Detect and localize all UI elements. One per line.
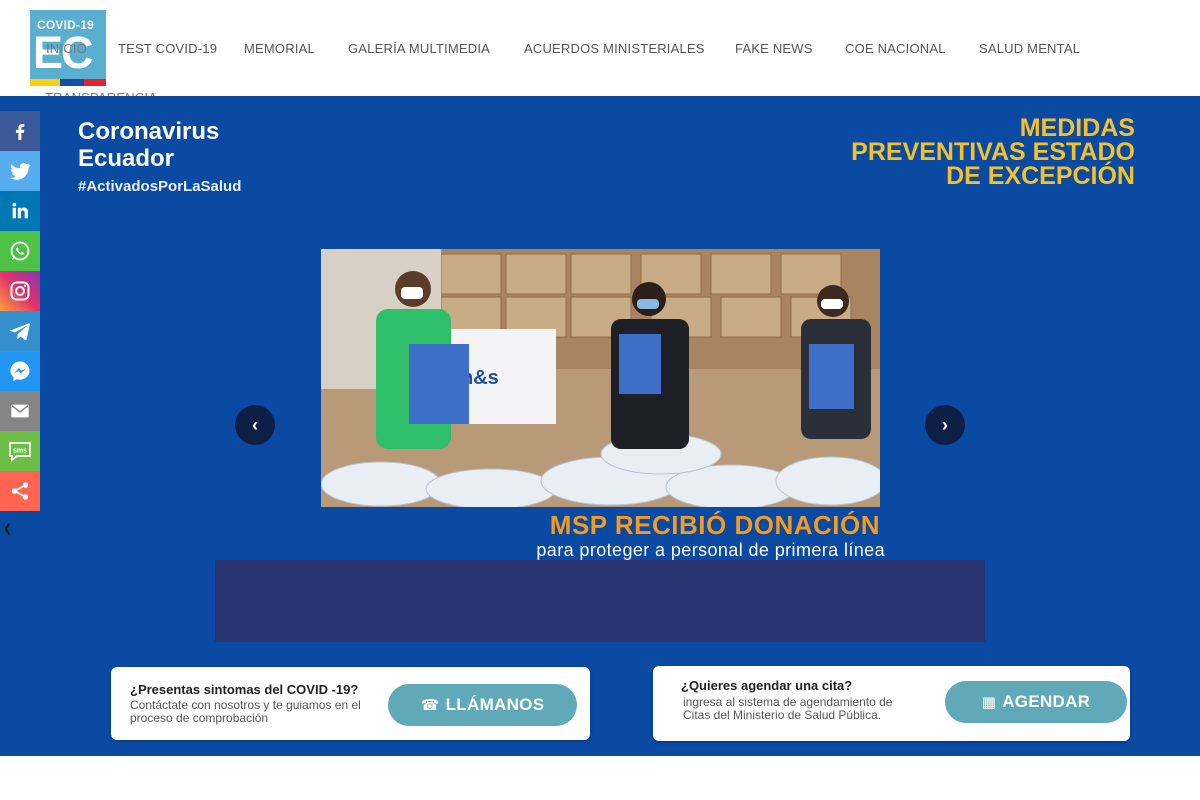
slider-prev-button[interactable]: ‹ [235,405,275,445]
page: COVID-19 EC Inicio Test COVID-19 Memoria… [0,0,1200,800]
instagram-share-button[interactable] [0,271,40,311]
nav-item-coe-nacional[interactable]: COE Nacional [845,41,946,56]
telegram-icon [9,323,30,341]
symptoms-cta-title: ¿Presentas sintomas del COVID -19? [130,682,359,697]
whatsapp-share-button[interactable] [0,231,40,271]
more-share-button[interactable] [0,471,40,511]
sms-share-button[interactable]: sms [0,431,40,471]
appointment-cta-text: ingresa al sistema de agendamiento de Ci… [683,695,893,722]
hide-share-bar-toggle[interactable]: ❮ [3,522,12,535]
call-us-button[interactable]: ☎ LLÁMANOS [388,684,577,726]
phone-icon: ☎ [420,697,440,714]
nav-item-test-covid[interactable]: Test COVID-19 [118,41,217,56]
preventive-measures-heading[interactable]: MEDIDAS PREVENTIVAS ESTADO DE EXCEPCIÓN [851,114,1135,190]
twitter-icon [10,163,31,180]
nav-item-acuerdos-ministeriales[interactable]: Acuerdos Ministeriales [524,41,705,56]
email-icon [11,404,29,418]
hero-slider: Coronavirus Ecuador #ActivadosPorLaSalud… [0,96,1200,756]
nav-item-galeria-multimedia[interactable]: Galería Multimedia [348,41,490,56]
facebook-icon [15,123,25,141]
facebook-share-button[interactable] [0,111,40,151]
appointment-cta-card: ¿Quieres agendar una cita? ingresa al si… [653,666,1130,741]
nav-item-fake-news[interactable]: Fake News [735,41,813,56]
chevron-left-icon: ‹ [252,414,258,435]
symptoms-cta-card: ¿Presentas sintomas del COVID -19? Contá… [111,667,590,740]
sms-icon: sms [9,442,31,462]
chevron-right-icon: › [942,414,948,435]
donation-photo-illustration: h&s [321,249,880,507]
slide-caption-subtitle: para proteger a personal de primera líne… [536,540,885,560]
telegram-share-button[interactable] [0,311,40,351]
messenger-share-button[interactable] [0,351,40,391]
brand-hashtag: #ActivadosPorLaSalud [78,178,242,195]
schedule-label: AGENDAR [1002,692,1091,711]
messenger-icon [10,361,30,381]
measures-line-2: PREVENTIVAS ESTADO [851,138,1135,166]
linkedin-icon [12,202,28,219]
site-header: COVID-19 EC Inicio Test COVID-19 Memoria… [0,0,1200,105]
slide-photo-donation[interactable]: h&s [321,249,880,507]
symptoms-cta-text: Contáctate con nosotros y te guiamos en … [130,698,361,725]
email-share-button[interactable] [0,391,40,431]
slide-footer-band [215,560,985,642]
nav-item-salud-mental[interactable]: Salud Mental [979,41,1080,56]
linkedin-share-button[interactable] [0,191,40,231]
brand-line-2: Ecuador [78,145,175,172]
social-share-bar: sms [0,111,40,511]
nav-item-inicio[interactable]: Inicio [46,41,87,56]
calendar-icon: ▦ [981,694,997,711]
svg-text:sms: sms [13,448,27,455]
slide-caption-title: MSP RECIBIÓ DONACIÓN [549,510,880,540]
instagram-icon [10,281,30,301]
nav-item-memorial[interactable]: Memorial [244,41,315,56]
share-icon [11,482,29,500]
main-navigation: Inicio Test COVID-19 Memorial Galería Mu… [0,0,1200,105]
twitter-share-button[interactable] [0,151,40,191]
measures-line-3: DE EXCEPCIÓN [946,162,1135,190]
campaign-brand: Coronavirus Ecuador #ActivadosPorLaSalud [78,118,241,195]
brand-line-1: Coronavirus [78,118,220,145]
measures-line-1: MEDIDAS [1019,114,1135,142]
call-us-label: LLÁMANOS [445,695,545,714]
schedule-button[interactable]: ▦ AGENDAR [945,681,1127,723]
slider-next-button[interactable]: › [925,405,965,445]
whatsapp-icon [10,241,30,261]
appointment-cta-title: ¿Quieres agendar una cita? [681,678,853,693]
